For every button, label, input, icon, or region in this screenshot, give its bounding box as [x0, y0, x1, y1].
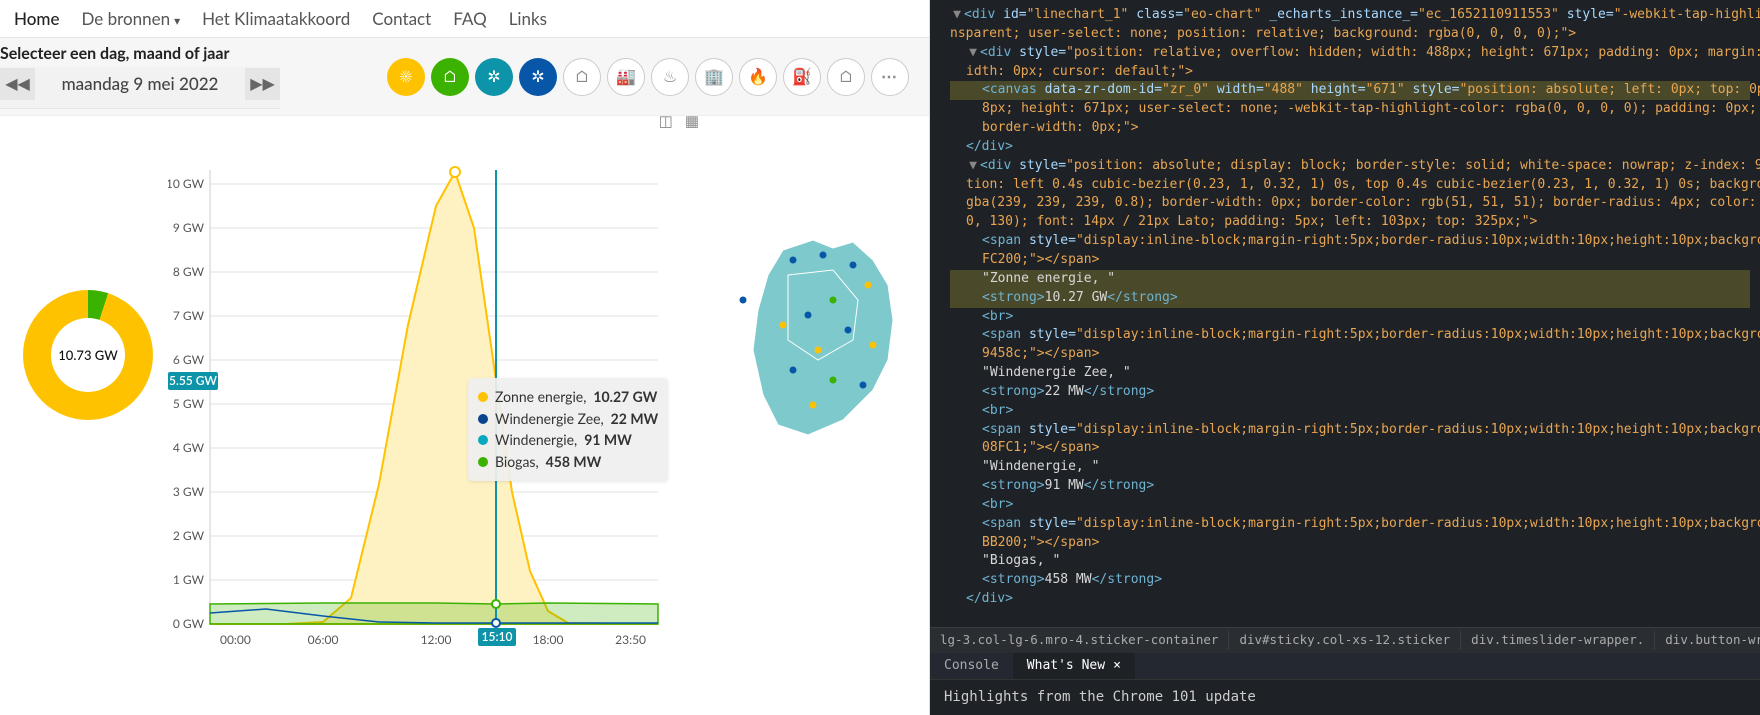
bc-item[interactable]: div#sticky.col-xs-12.sticker: [1229, 631, 1461, 649]
nav-klimaat[interactable]: Het Klimaatakkoord: [202, 8, 350, 29]
donut-panel: 10.73 GW: [8, 130, 168, 705]
svg-text:3 GW: 3 GW: [173, 484, 205, 499]
nav-contact[interactable]: Contact: [372, 8, 431, 29]
netherlands-map[interactable]: [723, 230, 913, 450]
svg-text:1 GW: 1 GW: [173, 572, 205, 587]
bc-item[interactable]: lg-3.col-lg-6.mro-4.sticker-container: [930, 631, 1229, 649]
devtools-breadcrumb[interactable]: lg-3.col-lg-6.mro-4.sticker-container di…: [930, 627, 1760, 653]
map-panel: [723, 130, 923, 705]
next-date-button[interactable]: ▶▶: [245, 68, 280, 100]
devtools-drawer-tabs: Console What's New×: [930, 653, 1760, 679]
svg-text:00:00: 00:00: [220, 632, 251, 647]
dot-icon: [478, 435, 488, 445]
caret-down-icon: ▾: [174, 13, 180, 28]
building-icon[interactable]: 🏢: [695, 58, 733, 96]
tooltip-row: Zonne energie, 10.27 GW: [478, 386, 658, 408]
bc-item[interactable]: div.timeslider-wrapper.: [1461, 631, 1655, 649]
svg-text:5 GW: 5 GW: [173, 396, 205, 411]
devtools-pane: ▼<div id="linechart_1" class="eo-chart" …: [930, 0, 1760, 715]
factory-icon[interactable]: 🏭: [607, 58, 645, 96]
svg-text:06:00: 06:00: [308, 632, 339, 647]
svg-text:6 GW: 6 GW: [173, 352, 205, 367]
svg-text:4 GW: 4 GW: [173, 440, 205, 455]
dot-icon: [478, 392, 488, 402]
chart-tooltip: Zonne energie, 10.27 GW Windenergie Zee,…: [468, 378, 668, 481]
nav-home[interactable]: Home: [14, 8, 59, 29]
svg-text:2 GW: 2 GW: [173, 528, 205, 543]
donut-chart: 10.73 GW: [23, 290, 153, 420]
fuel-icon[interactable]: ⛽: [783, 58, 821, 96]
whats-new-headline: Highlights from the Chrome 101 update: [930, 679, 1760, 715]
dot-icon: [478, 457, 488, 467]
fire-icon[interactable]: 🔥: [739, 58, 777, 96]
home2-icon[interactable]: ⌂: [827, 58, 865, 96]
cube-icon[interactable]: ◫: [659, 112, 673, 130]
devtools-elements-tree[interactable]: ▼<div id="linechart_1" class="eo-chart" …: [930, 0, 1760, 610]
tooltip-row: Windenergie Zee, 22 MW: [478, 408, 658, 430]
header-row: Selecteer een dag, maand of jaar ◀◀ maan…: [0, 38, 929, 116]
svg-text:8 GW: 8 GW: [173, 264, 205, 279]
wind-sea-icon[interactable]: ✲: [475, 58, 513, 96]
svg-text:23:50: 23:50: [615, 632, 646, 647]
donut-total-label: 10.73 GW: [58, 347, 117, 363]
nav-links[interactable]: Links: [509, 8, 547, 29]
nav-bronnen[interactable]: De bronnen▾: [81, 8, 180, 29]
tab-console[interactable]: Console: [930, 653, 1013, 680]
nav-faq[interactable]: FAQ: [453, 8, 486, 29]
app-left-pane: Home De bronnen▾ Het Klimaatakkoord Cont…: [0, 0, 930, 715]
grid-icon[interactable]: ▦: [685, 112, 699, 130]
source-toggle-row: ☀ ⌂ ✲ ✲ ⌂ 🏭 ♨ 🏢 🔥 ⛽ ⌂ ⋯: [387, 58, 919, 96]
chart-tools: ◫ ▦: [659, 112, 699, 130]
prev-date-button[interactable]: ◀◀: [0, 68, 35, 100]
dot-icon: [478, 414, 488, 424]
svg-text:12:00: 12:00: [421, 632, 452, 647]
line-chart-panel: 0 GW 1 GW 2 GW 3 GW 4 GW 5 GW 6 GW 7 GW …: [168, 130, 723, 705]
dashboard-content: ◫ ▦ 10.73 GW 0 GW 1 GW 2 GW 3 GW 4 GW 5 …: [0, 116, 929, 715]
date-nav: ◀◀ maandag 9 mei 2022 ▶▶: [0, 67, 280, 109]
svg-text:0 GW: 0 GW: [173, 616, 205, 631]
date-selector-title: Selecteer een dag, maand of jaar: [0, 44, 280, 63]
sun-icon[interactable]: ☀: [387, 58, 425, 96]
flame-icon[interactable]: ♨: [651, 58, 689, 96]
current-date[interactable]: maandag 9 mei 2022: [35, 67, 245, 100]
tab-whats-new[interactable]: What's New×: [1013, 653, 1135, 680]
svg-text:9 GW: 9 GW: [173, 220, 205, 235]
svg-text:15:10: 15:10: [482, 629, 513, 644]
tooltip-row: Biogas, 458 MW: [478, 451, 658, 473]
main-nav: Home De bronnen▾ Het Klimaatakkoord Cont…: [0, 0, 929, 38]
tooltip-row: Windenergie, 91 MW: [478, 429, 658, 451]
svg-text:7 GW: 7 GW: [173, 308, 205, 323]
bc-item[interactable]: div.button-wrapper: [1655, 631, 1760, 649]
house-icon[interactable]: ⌂: [563, 58, 601, 96]
biogas-icon[interactable]: ⌂: [431, 58, 469, 96]
svg-text:5.55 GW: 5.55 GW: [169, 373, 217, 388]
close-icon[interactable]: ×: [1113, 657, 1121, 676]
wind-land-icon[interactable]: ✲: [519, 58, 557, 96]
svg-text:18:00: 18:00: [533, 632, 564, 647]
svg-text:10 GW: 10 GW: [168, 176, 205, 191]
more-icon[interactable]: ⋯: [871, 58, 909, 96]
